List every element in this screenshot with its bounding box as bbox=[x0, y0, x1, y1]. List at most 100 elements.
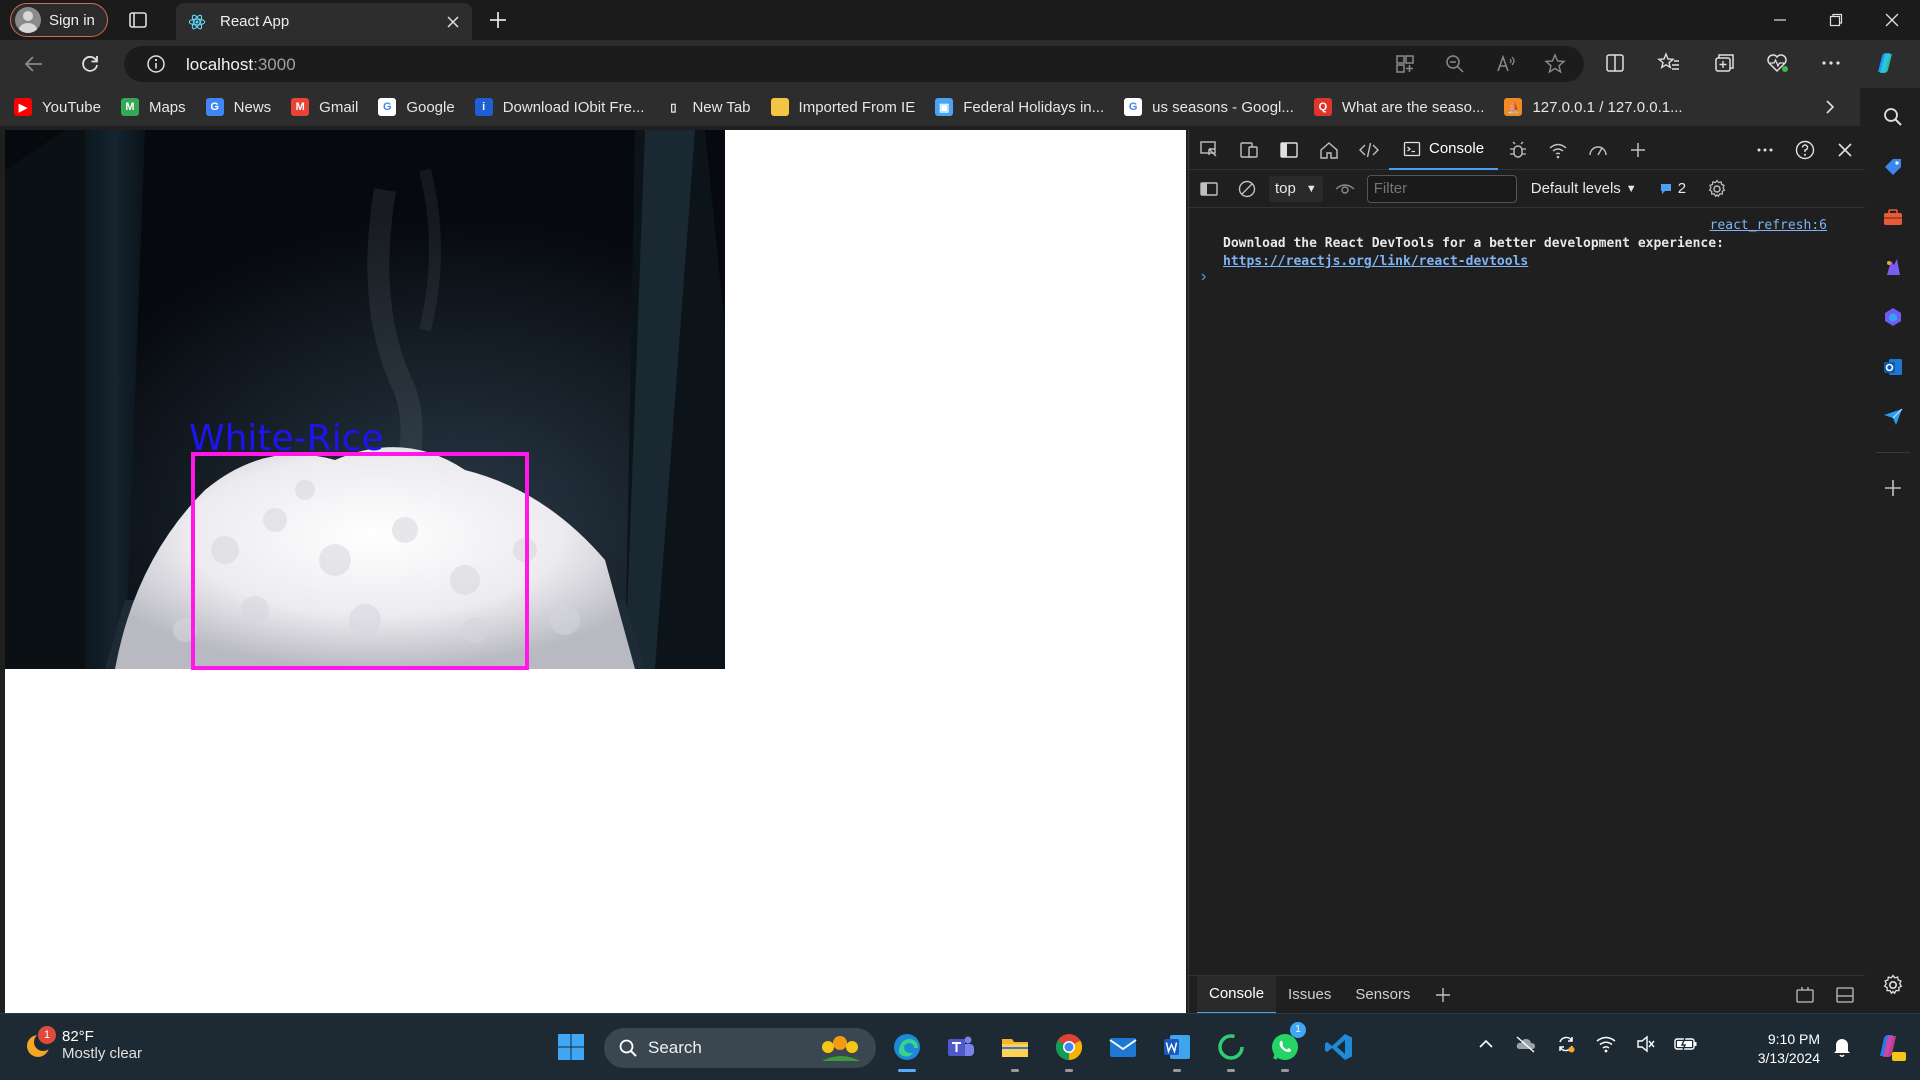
console-settings-gear-icon[interactable] bbox=[1700, 169, 1734, 209]
show-hidden-icons-chevron-icon[interactable] bbox=[1466, 1035, 1506, 1053]
help-icon[interactable] bbox=[1785, 130, 1825, 170]
bookmark-item[interactable]: M Maps bbox=[120, 98, 186, 116]
drawer-tab-sensors[interactable]: Sensors bbox=[1343, 976, 1422, 1014]
close-devtools-icon[interactable] bbox=[1825, 130, 1865, 170]
bookmark-item[interactable]: ⛵ 127.0.0.1 / 127.0.0.1... bbox=[1504, 98, 1683, 116]
console-filter-input[interactable] bbox=[1366, 174, 1517, 203]
bookmarks-bar: ▶ YouTube M Maps G News M Gmail G Google i Download… bbox=[0, 88, 1860, 126]
back-icon[interactable] bbox=[16, 46, 52, 82]
volume-muted-icon[interactable] bbox=[1626, 1035, 1666, 1053]
sidebar-drop-icon[interactable] bbox=[1866, 392, 1920, 442]
more-tools-plus-icon[interactable] bbox=[1618, 130, 1658, 170]
live-expression-eye-icon[interactable] bbox=[1329, 169, 1361, 209]
bookmark-label: What are the seaso... bbox=[1341, 98, 1485, 116]
favorite-star-icon[interactable] bbox=[1540, 49, 1570, 79]
elements-code-icon[interactable] bbox=[1349, 130, 1389, 170]
sidebar-games-icon[interactable] bbox=[1866, 242, 1920, 292]
sidebar-add-plus-icon[interactable] bbox=[1866, 463, 1920, 513]
sync-icon[interactable] bbox=[1546, 1034, 1586, 1054]
tab-actions-icon[interactable] bbox=[124, 6, 152, 34]
split-screen-icon[interactable] bbox=[1598, 46, 1632, 80]
context-select[interactable]: top ▼ bbox=[1269, 175, 1323, 202]
performance-icon[interactable] bbox=[1578, 130, 1618, 170]
dock-side-icon[interactable] bbox=[1269, 130, 1309, 170]
refresh-icon[interactable] bbox=[72, 46, 108, 82]
address-bar[interactable]: localhost:3000 bbox=[124, 46, 1584, 82]
sidebar-search-icon[interactable] bbox=[1866, 92, 1920, 142]
clock[interactable]: 9:10 PM 3/13/2024 bbox=[1758, 1030, 1820, 1068]
taskbar-word-icon[interactable] bbox=[1150, 1020, 1204, 1074]
sidebar-settings-gear-icon[interactable] bbox=[1866, 960, 1920, 1010]
device-toolbar-icon[interactable] bbox=[1229, 130, 1269, 170]
issues-counter[interactable]: 2 bbox=[1659, 180, 1686, 197]
taskbar-edge-icon[interactable] bbox=[880, 1020, 934, 1074]
network-wifi-icon[interactable] bbox=[1538, 130, 1578, 170]
sidebar-microsoft365-icon[interactable] bbox=[1866, 292, 1920, 342]
sources-bug-icon[interactable] bbox=[1498, 130, 1538, 170]
sidebar-outlook-icon[interactable] bbox=[1866, 342, 1920, 392]
onedrive-off-icon[interactable] bbox=[1506, 1035, 1546, 1053]
react-devtools-link[interactable]: https://reactjs.org/link/react-devtools bbox=[1223, 254, 1528, 269]
bookmark-item[interactable]: i Download IObit Fre... bbox=[474, 98, 644, 116]
bookmark-item[interactable]: Gus seasons - Googl... bbox=[1124, 98, 1294, 116]
tab-console[interactable]: Console bbox=[1389, 130, 1499, 170]
close-drawer-icon[interactable] bbox=[1825, 975, 1865, 1015]
taskbar-vscode-icon[interactable] bbox=[1312, 1020, 1366, 1074]
customize-more-icon[interactable] bbox=[1745, 130, 1785, 170]
taskbar-teams-icon[interactable] bbox=[934, 1020, 988, 1074]
read-aloud-icon[interactable] bbox=[1490, 49, 1520, 79]
bookmark-item[interactable]: ▣ Federal Holidays in... bbox=[935, 98, 1104, 116]
battery-charging-icon[interactable] bbox=[1666, 1036, 1706, 1052]
inspect-element-icon[interactable] bbox=[1189, 130, 1229, 170]
drawer-tab-issues[interactable]: Issues bbox=[1276, 976, 1343, 1014]
drawer-tab-console[interactable]: Console bbox=[1197, 975, 1277, 1014]
favorites-icon[interactable] bbox=[1652, 46, 1686, 80]
browser-essentials-icon[interactable] bbox=[1760, 46, 1794, 80]
bookmark-item[interactable]: ▶ YouTube bbox=[14, 98, 101, 116]
taskbar-mail-icon[interactable] bbox=[1096, 1020, 1150, 1074]
sidebar-shopping-icon[interactable] bbox=[1866, 142, 1920, 192]
sign-in-button[interactable]: Sign in bbox=[10, 3, 108, 37]
start-windows-icon[interactable] bbox=[544, 1020, 598, 1074]
bookmark-item[interactable]: G News bbox=[205, 98, 271, 116]
zoom-icon[interactable] bbox=[1440, 49, 1470, 79]
restore-icon[interactable] bbox=[1808, 0, 1864, 40]
taskbar-file-explorer-icon[interactable] bbox=[988, 1020, 1042, 1074]
message-source-link[interactable]: react_refresh:6 bbox=[1710, 218, 1827, 233]
clear-console-icon[interactable] bbox=[1231, 169, 1263, 209]
minimize-icon[interactable] bbox=[1752, 0, 1808, 40]
taskbar-search-box[interactable]: Search bbox=[604, 1028, 876, 1068]
bookmark-item[interactable]: G Google bbox=[378, 98, 455, 116]
taskbar-loading-spinner-icon[interactable] bbox=[1204, 1020, 1258, 1074]
more-options-icon[interactable] bbox=[1814, 46, 1848, 80]
bookmark-label: New Tab bbox=[692, 98, 751, 116]
app-available-icon[interactable] bbox=[1390, 49, 1420, 79]
close-window-icon[interactable] bbox=[1864, 0, 1920, 40]
taskbar-whatsapp-icon[interactable]: 1 bbox=[1258, 1020, 1312, 1074]
sidebar-toggle-icon[interactable] bbox=[1193, 169, 1225, 209]
notification-bell-icon[interactable] bbox=[1832, 1036, 1852, 1058]
log-levels-dropdown[interactable]: Default levels ▼ bbox=[1531, 180, 1637, 197]
weather-widget[interactable]: 1 82°F Mostly clear bbox=[22, 1026, 142, 1062]
close-tab-icon[interactable] bbox=[446, 15, 460, 29]
url-text[interactable]: localhost:3000 bbox=[186, 55, 296, 75]
wifi-icon[interactable] bbox=[1586, 1035, 1626, 1053]
bookmark-item[interactable]: Q What are the seaso... bbox=[1313, 98, 1485, 116]
collections-icon[interactable] bbox=[1706, 46, 1740, 80]
add-drawer-tab-plus-icon[interactable] bbox=[1422, 976, 1464, 1014]
dock-drawer-icon[interactable] bbox=[1785, 975, 1825, 1015]
page-viewport: White-Rice bbox=[5, 130, 1186, 1013]
welcome-home-icon[interactable] bbox=[1309, 130, 1349, 170]
bookmark-item[interactable]: ▯ New Tab bbox=[664, 98, 751, 116]
tab-react-app[interactable]: React App bbox=[176, 3, 472, 40]
sidebar-tools-icon[interactable] bbox=[1866, 192, 1920, 242]
new-tab-button[interactable] bbox=[484, 6, 512, 34]
console-prompt-chevron-icon[interactable]: › bbox=[1201, 268, 1206, 286]
bookmark-item[interactable]: M Gmail bbox=[291, 98, 358, 116]
site-info-icon[interactable] bbox=[146, 54, 166, 74]
more-bookmarks-chevron-icon[interactable] bbox=[1820, 97, 1840, 117]
copilot-icon[interactable] bbox=[1868, 46, 1902, 80]
copilot-taskbar-icon[interactable] bbox=[1870, 1028, 1906, 1064]
taskbar-chrome-icon[interactable] bbox=[1042, 1020, 1096, 1074]
bookmark-item[interactable]: Imported From IE bbox=[770, 98, 915, 116]
